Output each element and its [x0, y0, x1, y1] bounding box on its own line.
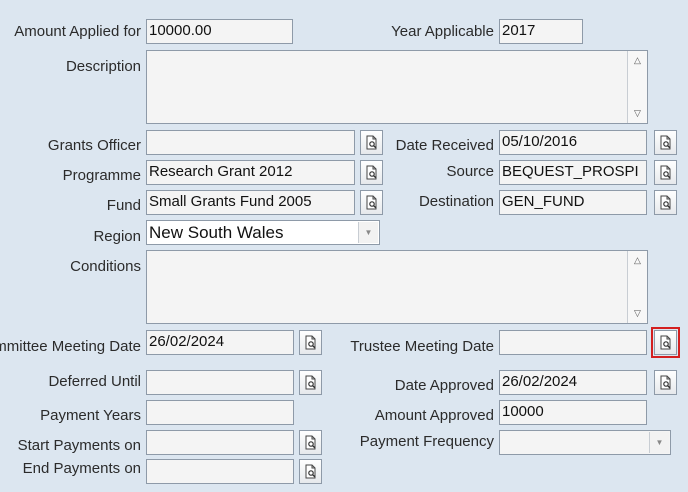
source-field[interactable]: BEQUEST_PROSPI: [499, 160, 647, 185]
payment-frequency-label: Payment Frequency: [359, 433, 494, 450]
programme-lov-button[interactable]: [360, 160, 383, 185]
year-applicable-label: Year Applicable: [391, 23, 494, 40]
scroll-down-arrow-icon[interactable]: ▽: [628, 104, 647, 123]
description-textarea[interactable]: △ ▽: [146, 50, 648, 124]
end-payments-on-label: End Payments on: [22, 460, 141, 477]
committee-meeting-date-field[interactable]: 26/02/2024: [146, 330, 294, 355]
date-approved-label: Date Approved: [394, 377, 494, 394]
deferred-until-field[interactable]: [146, 370, 294, 395]
description-label: Description: [65, 58, 141, 75]
destination-lov-button[interactable]: [654, 190, 677, 215]
start-payments-on-label: Start Payments on: [17, 437, 141, 454]
lookup-document-icon: [660, 375, 670, 390]
deferred-until-label: Deferred Until: [48, 373, 141, 390]
amount-approved-label: Amount Approved: [374, 407, 494, 424]
region-label: Region: [93, 228, 141, 245]
date-received-lov-button[interactable]: [654, 130, 677, 155]
start-payments-on-field[interactable]: [146, 430, 294, 455]
date-approved-lov-button[interactable]: [654, 370, 677, 395]
grants-officer-field[interactable]: [146, 130, 355, 155]
payment-years-label: Payment Years: [40, 407, 141, 424]
dropdown-arrow-icon[interactable]: ▼: [358, 222, 378, 243]
region-selected-value: New South Wales: [149, 223, 284, 242]
source-lov-button[interactable]: [654, 160, 677, 185]
lookup-document-icon: [660, 335, 670, 350]
lookup-document-icon: [366, 165, 376, 180]
start-payments-on-lov-button[interactable]: [299, 430, 322, 455]
programme-label: Programme: [62, 167, 141, 184]
lookup-document-icon: [660, 135, 670, 150]
region-select[interactable]: New South Wales ▼: [146, 220, 380, 245]
lookup-document-icon: [660, 195, 670, 210]
date-received-label: Date Received: [395, 137, 494, 154]
fund-label: Fund: [106, 197, 141, 214]
year-applicable-field[interactable]: 2017: [499, 19, 583, 44]
conditions-scrollbar[interactable]: △ ▽: [627, 251, 647, 323]
end-payments-on-lov-button[interactable]: [299, 459, 322, 484]
committee-meeting-date-lov-button[interactable]: [299, 330, 322, 355]
fund-field[interactable]: Small Grants Fund 2005: [146, 190, 355, 215]
conditions-textarea[interactable]: △ ▽: [146, 250, 648, 324]
date-approved-field[interactable]: 26/02/2024: [499, 370, 647, 395]
lookup-document-icon: [660, 165, 670, 180]
description-scrollbar[interactable]: △ ▽: [627, 51, 647, 123]
committee-meeting-date-label: ommittee Meeting Date: [0, 338, 141, 355]
amount-applied-label: Amount Applied for: [14, 23, 141, 40]
trustee-meeting-date-label: Trustee Meeting Date: [350, 338, 494, 355]
lookup-document-icon: [366, 195, 376, 210]
payment-frequency-select[interactable]: ▼: [499, 430, 671, 455]
lookup-document-icon: [305, 435, 315, 450]
trustee-meeting-date-field[interactable]: [499, 330, 647, 355]
lookup-document-icon: [366, 135, 376, 150]
lookup-document-icon: [305, 375, 315, 390]
dropdown-arrow-icon[interactable]: ▼: [649, 432, 669, 453]
programme-field[interactable]: Research Grant 2012: [146, 160, 355, 185]
trustee-meeting-date-lov-button[interactable]: [651, 327, 680, 358]
date-received-field[interactable]: 05/10/2016: [499, 130, 647, 155]
source-label: Source: [446, 163, 494, 180]
amount-applied-field[interactable]: 10000.00: [146, 19, 293, 44]
scroll-up-arrow-icon[interactable]: △: [628, 251, 647, 270]
destination-label: Destination: [418, 193, 494, 210]
amount-approved-field[interactable]: 10000: [499, 400, 647, 425]
grants-officer-lov-button[interactable]: [360, 130, 383, 155]
scroll-down-arrow-icon[interactable]: ▽: [628, 304, 647, 323]
destination-field[interactable]: GEN_FUND: [499, 190, 647, 215]
payment-years-field[interactable]: [146, 400, 294, 425]
scroll-up-arrow-icon[interactable]: △: [628, 51, 647, 70]
lookup-document-icon: [305, 464, 315, 479]
lookup-document-icon: [305, 335, 315, 350]
conditions-label: Conditions: [70, 258, 141, 275]
end-payments-on-field[interactable]: [146, 459, 294, 484]
fund-lov-button[interactable]: [360, 190, 383, 215]
deferred-until-lov-button[interactable]: [299, 370, 322, 395]
grants-officer-label: Grants Officer: [47, 137, 141, 154]
